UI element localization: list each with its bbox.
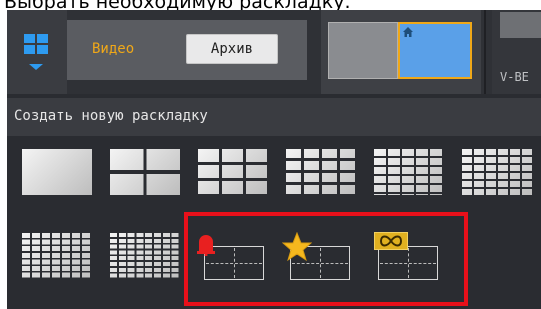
layout-preview-thumbnail[interactable] (328, 22, 398, 79)
layout-option-1x1[interactable] (22, 149, 92, 195)
video-mode-button[interactable]: Видео (92, 41, 134, 57)
layout-menu-button[interactable] (7, 10, 67, 94)
camera-label: V-BE (500, 70, 529, 84)
layout-option-6x6[interactable] (462, 149, 532, 195)
camera-thumbnail[interactable] (500, 12, 541, 38)
chevron-down-icon (29, 64, 43, 70)
layout-option-2x2[interactable] (110, 149, 180, 195)
layout-option-3x3[interactable] (198, 149, 268, 195)
create-layout-label: Создать новую раскладку (14, 108, 208, 124)
archive-mode-button[interactable]: Архив (186, 34, 278, 64)
special-layouts-highlight (184, 212, 468, 306)
layout-option-8x8[interactable] (110, 233, 180, 279)
layout-grid-icon (24, 34, 48, 54)
layout-option-5x5[interactable] (374, 149, 444, 195)
layout-option-4x4[interactable] (286, 149, 356, 195)
toolbar-divider (484, 10, 486, 94)
layout-option-7x7[interactable] (22, 233, 92, 279)
home-icon (403, 27, 413, 37)
